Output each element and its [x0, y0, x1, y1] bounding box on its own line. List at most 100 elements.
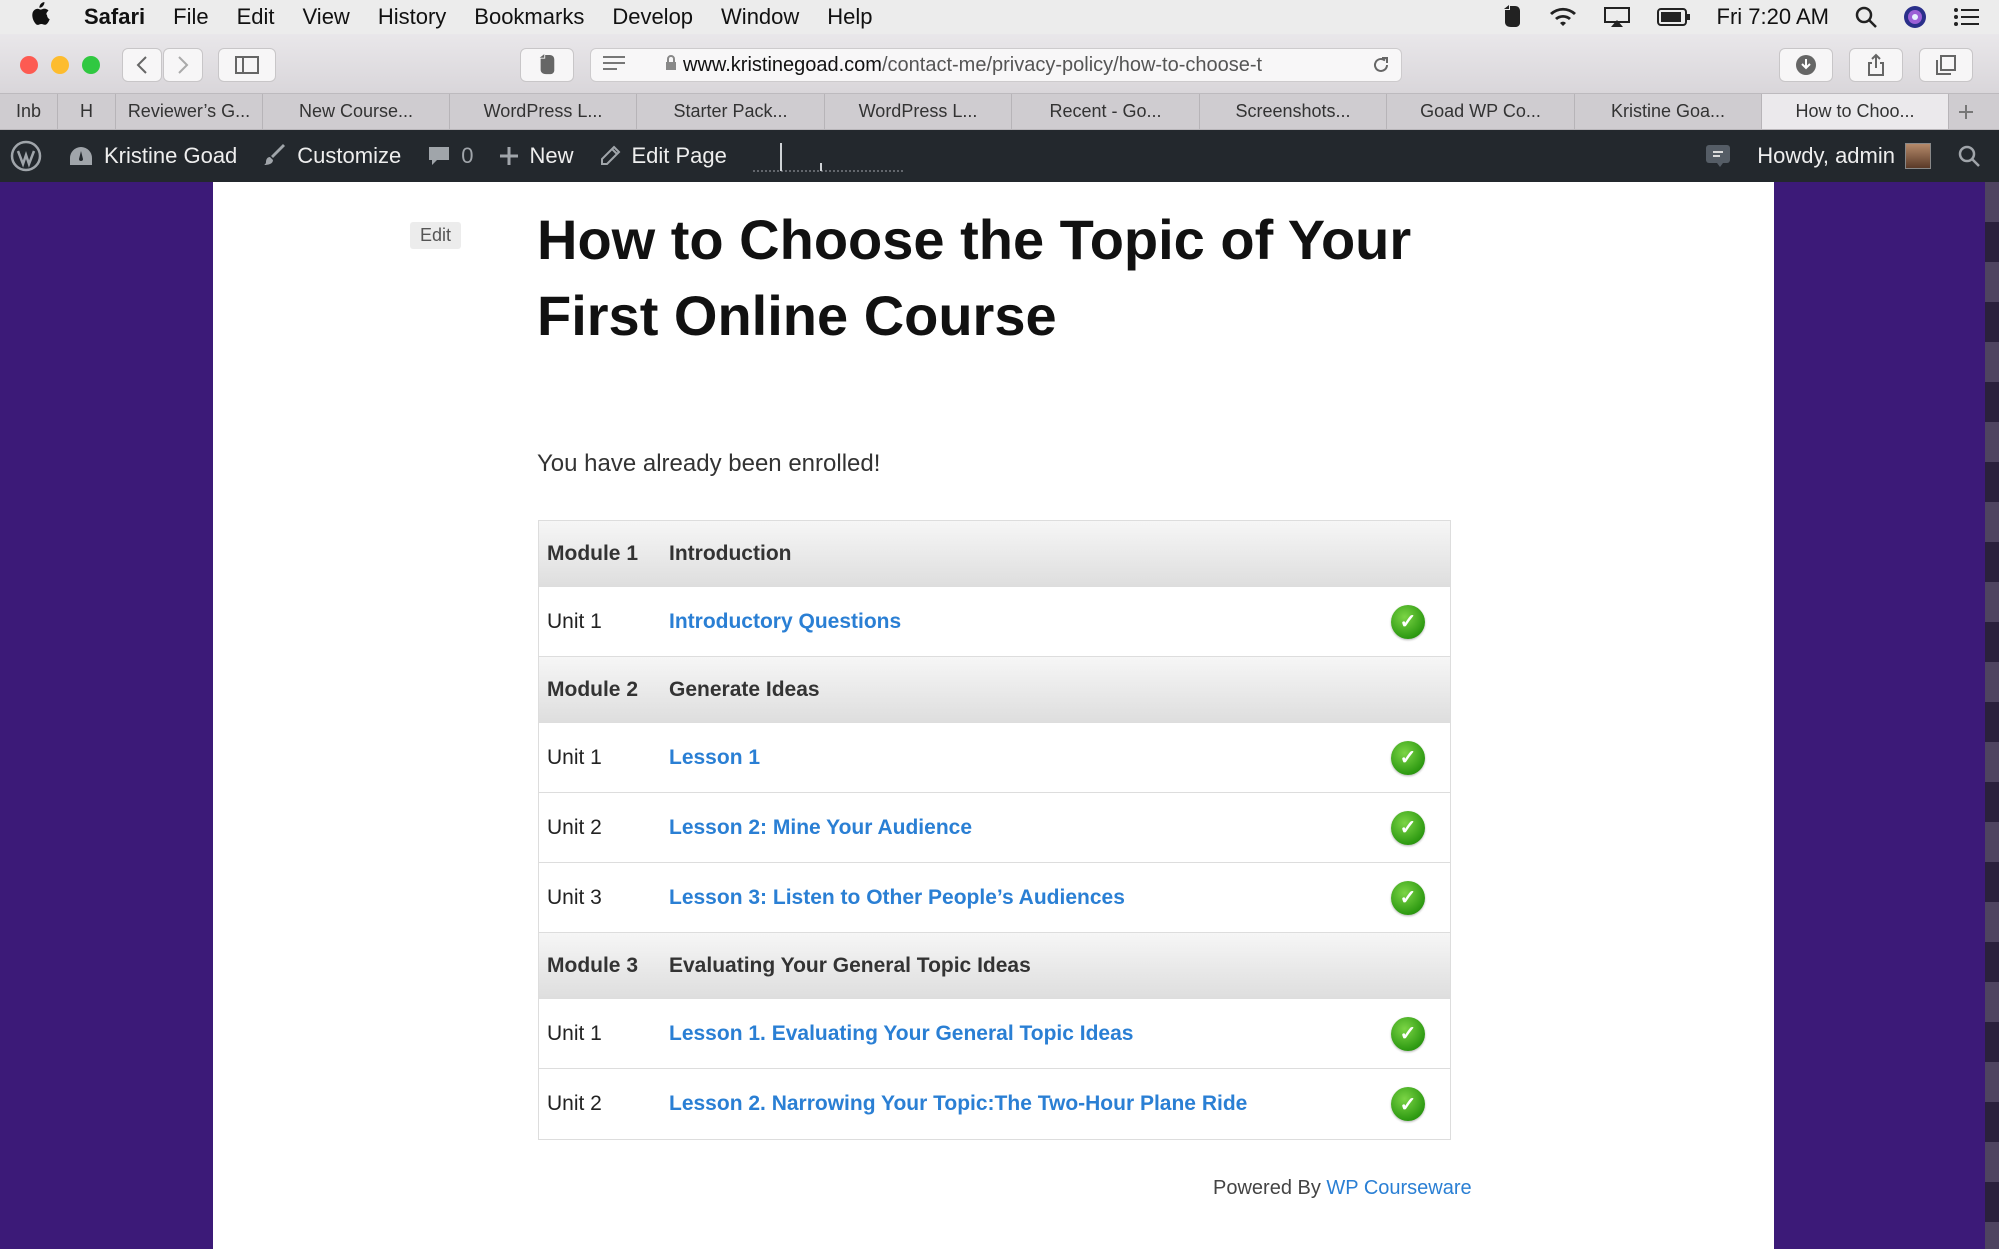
unit-row: Unit 3 Lesson 3: Listen to Other People’…	[539, 863, 1450, 933]
unit-label: Unit 3	[547, 885, 602, 909]
edit-post-link[interactable]: Edit	[410, 222, 462, 249]
back-button[interactable]	[122, 48, 162, 82]
tab-item[interactable]: Screenshots...	[1200, 94, 1387, 129]
tab-item-active[interactable]: How to Choo...	[1762, 94, 1949, 129]
zoom-window-button[interactable]	[82, 56, 100, 74]
macos-menubar: Safari File Edit View History Bookmarks …	[0, 0, 1999, 34]
share-icon	[1868, 53, 1884, 76]
tab-item[interactable]: Goad WP Co...	[1387, 94, 1575, 129]
admin-search-icon[interactable]	[1957, 144, 1981, 168]
tab-item[interactable]: Inb	[0, 94, 58, 129]
menubar-clock[interactable]: Fri 7:20 AM	[1717, 4, 1829, 30]
account-menu[interactable]: Howdy, admin	[1757, 143, 1931, 169]
menu-history[interactable]: History	[378, 4, 446, 30]
unit-link[interactable]: Lesson 3: Listen to Other People’s Audie…	[669, 886, 1450, 910]
new-tab-button[interactable]	[1949, 94, 1983, 129]
menu-develop[interactable]: Develop	[612, 4, 693, 30]
tab-overview-button[interactable]	[1919, 48, 1973, 82]
menu-help[interactable]: Help	[827, 4, 872, 30]
tab-item[interactable]: H	[58, 94, 116, 129]
unit-link[interactable]: Lesson 1	[669, 746, 1450, 770]
unit-row: Unit 2 Lesson 2: Mine Your Audience ✓	[539, 793, 1450, 863]
stats-sparkline[interactable]	[752, 139, 905, 173]
page-content: Edit How to Choose the Topic of Your Fir…	[213, 182, 1774, 1249]
menu-bookmarks[interactable]: Bookmarks	[474, 4, 584, 30]
site-name-menu[interactable]: Kristine Goad	[68, 143, 237, 169]
unit-link[interactable]: Lesson 2: Mine Your Audience	[669, 816, 1450, 840]
browser-toolbar: www.kristinegoad.com/contact-me/privacy-…	[0, 34, 1999, 94]
tab-item[interactable]: Reviewer’s G...	[116, 94, 263, 129]
unit-label: Unit 2	[547, 815, 602, 839]
page-title: How to Choose the Topic of Your First On…	[537, 208, 1412, 347]
unit-label: Unit 1	[547, 745, 602, 769]
plus-icon	[499, 146, 519, 166]
tab-item[interactable]: Kristine Goa...	[1575, 94, 1762, 129]
module-name: Introduction	[669, 541, 792, 565]
course-outline-table: Module 1 Introduction Unit 1 Introductor…	[538, 520, 1451, 1140]
avatar	[1905, 143, 1931, 169]
tab-item[interactable]: Recent - Go...	[1012, 94, 1200, 129]
module-name: Evaluating Your General Topic Ideas	[669, 953, 1031, 977]
new-content-menu[interactable]: New	[499, 143, 573, 169]
pencil-icon	[599, 145, 621, 167]
unit-link[interactable]: Lesson 1. Evaluating Your General Topic …	[669, 1022, 1450, 1046]
module-label: Module 2	[547, 677, 639, 701]
downloads-button[interactable]	[1779, 48, 1833, 82]
plus-icon	[1959, 104, 1973, 119]
tab-item[interactable]: New Course...	[263, 94, 450, 129]
evernote-extension-button[interactable]	[520, 48, 574, 82]
customize-link[interactable]: Customize	[263, 143, 401, 169]
unit-row: Unit 1 Introductory Questions ✓	[539, 587, 1450, 657]
powered-by-text: Powered By	[1213, 1177, 1321, 1199]
address-bar[interactable]: www.kristinegoad.com/contact-me/privacy-…	[590, 48, 1402, 82]
tab-item[interactable]: WordPress L...	[825, 94, 1012, 129]
tab-item[interactable]: WordPress L...	[450, 94, 637, 129]
module-label: Module 1	[547, 541, 639, 565]
unit-link[interactable]: Lesson 2. Narrowing Your Topic:The Two-H…	[669, 1092, 1450, 1116]
forward-button[interactable]	[163, 48, 203, 82]
reader-view-icon[interactable]	[603, 54, 625, 77]
sidebar-icon	[235, 56, 259, 74]
paintbrush-icon	[263, 144, 287, 168]
site-name-label: Kristine Goad	[104, 143, 238, 168]
menu-file[interactable]: File	[173, 4, 208, 30]
wp-courseware-link[interactable]: WP Courseware	[1326, 1177, 1471, 1199]
checkmark-complete-icon: ✓	[1391, 810, 1425, 845]
sidebar-toggle-button[interactable]	[218, 48, 276, 82]
checkmark-complete-icon: ✓	[1391, 880, 1425, 915]
new-label: New	[529, 143, 574, 168]
apple-icon[interactable]	[28, 1, 68, 34]
menu-window[interactable]: Window	[721, 4, 799, 30]
siri-icon[interactable]	[1903, 5, 1927, 29]
module-label: Module 3	[547, 953, 639, 977]
customize-label: Customize	[297, 143, 402, 168]
battery-icon[interactable]	[1656, 8, 1691, 26]
notifications-icon[interactable]	[1705, 144, 1731, 168]
spotlight-search-icon[interactable]	[1855, 6, 1877, 28]
tabs-icon	[1936, 55, 1956, 75]
reload-icon[interactable]	[1371, 55, 1391, 81]
menu-view[interactable]: View	[303, 4, 350, 30]
lock-icon	[665, 54, 677, 77]
module-name: Generate Ideas	[669, 677, 820, 701]
evernote-icon[interactable]	[1501, 5, 1523, 29]
notification-center-icon[interactable]	[1953, 7, 1979, 27]
chevron-left-icon	[136, 56, 147, 74]
edit-page-link[interactable]: Edit Page	[599, 143, 727, 169]
menu-app-name[interactable]: Safari	[84, 4, 145, 30]
unit-link[interactable]: Introductory Questions	[669, 610, 1450, 634]
url-host: www.kristinegoad.com	[683, 53, 882, 76]
unit-label: Unit 1	[547, 609, 602, 633]
tab-item[interactable]: Starter Pack...	[637, 94, 825, 129]
menu-edit[interactable]: Edit	[237, 4, 275, 30]
wifi-icon[interactable]	[1549, 6, 1577, 28]
dashboard-icon	[68, 145, 94, 167]
edit-page-label: Edit Page	[631, 143, 727, 168]
close-window-button[interactable]	[20, 56, 38, 74]
comments-link[interactable]: 0	[427, 143, 473, 169]
airplay-icon[interactable]	[1603, 6, 1631, 28]
minimize-window-button[interactable]	[51, 56, 69, 74]
checkmark-complete-icon: ✓	[1391, 1016, 1425, 1051]
share-button[interactable]	[1849, 48, 1903, 82]
wordpress-logo-icon[interactable]	[10, 140, 42, 172]
